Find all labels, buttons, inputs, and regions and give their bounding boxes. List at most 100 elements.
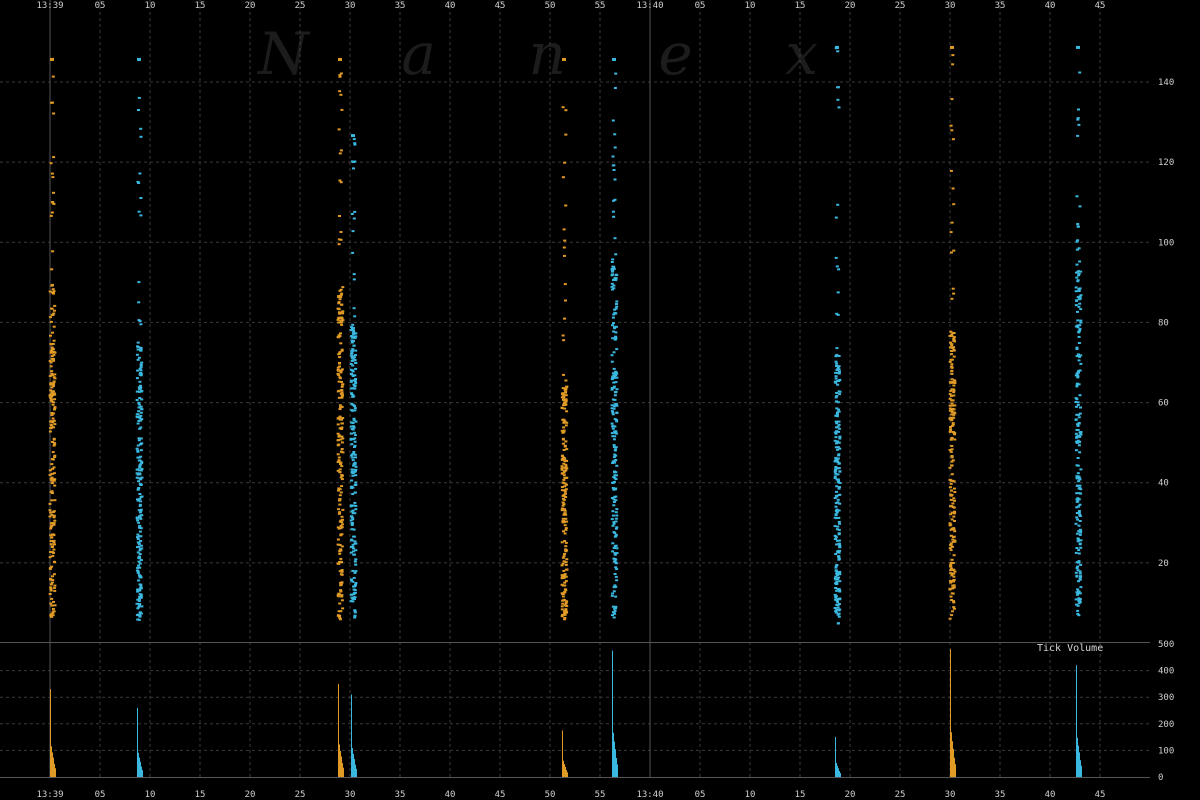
price-point [611,324,614,327]
price-point [338,503,342,506]
price-point [336,461,340,463]
price-point [951,407,955,410]
price-point [136,369,140,372]
price-point [561,176,565,179]
price-point [139,449,143,452]
price-point [137,618,141,621]
price-point [49,365,53,368]
volume-bar [54,763,55,777]
price-point [949,595,953,598]
price-point [1076,518,1080,521]
price-point [833,497,837,499]
price-point [1075,500,1079,503]
price-point [337,459,341,462]
price-point [353,540,357,543]
price-point [834,517,838,520]
price-point [354,582,358,584]
price-point [338,376,342,379]
price-point [50,604,54,607]
price-point [49,427,53,429]
price-point [139,419,143,422]
price-point [833,525,837,528]
price-point [48,469,52,472]
price-point [836,525,840,528]
price-point [564,204,568,207]
price-point [138,390,142,393]
price-point [340,303,344,306]
price-point [563,512,567,515]
price-point [340,292,344,295]
price-point [136,341,140,344]
price-point [1076,538,1080,541]
price-point [139,323,143,326]
price-point [560,465,564,468]
price-point [1079,406,1082,409]
price-point [340,474,344,476]
price-point [350,539,354,542]
price-point [615,464,619,467]
price-point [354,367,358,370]
price-point [836,50,840,53]
price-point [948,393,952,396]
price-point [350,339,354,342]
volume-panel-title: Tick Volume [1037,643,1103,654]
volume-bar [950,649,951,777]
price-point [950,464,954,467]
price-point [338,57,342,61]
price-point [1074,418,1078,421]
price-point [350,213,354,215]
y-tick-label: 140 [1158,78,1174,88]
price-point [1078,543,1082,546]
price-point [562,478,566,481]
price-point [952,249,956,252]
price-point [51,608,55,610]
price-point [834,566,838,569]
price-point [139,500,142,503]
price-point [564,403,568,406]
price-point [138,320,142,322]
price-point [563,584,567,587]
price-point [613,237,617,240]
price-point [137,477,141,480]
price-point [352,592,356,595]
price-point [612,265,616,268]
price-point [139,559,143,562]
volume-bar [1080,760,1081,777]
price-point [949,549,953,552]
price-point [339,584,343,587]
price-point [49,522,53,525]
price-point [611,372,615,375]
price-point [1074,401,1078,403]
x-tick-label-bottom: 15 [795,790,806,800]
price-point [337,508,341,511]
price-point [838,580,842,583]
x-tick-label-bottom: 13:39 [36,790,63,800]
price-point [836,498,840,501]
price-point [340,385,344,388]
price-point [139,127,143,130]
price-point [837,427,841,430]
price-point [834,513,838,516]
price-point [952,203,956,206]
price-point [352,379,356,382]
price-point [1079,586,1083,589]
price-point [836,383,840,386]
price-point [612,611,616,614]
price-point [610,378,614,381]
volume-bar [1078,745,1079,777]
price-point [138,593,142,596]
volume-bar [840,773,841,777]
volume-bar [341,756,342,777]
price-point [1077,444,1081,447]
price-point [53,561,56,564]
price-point [1075,382,1079,385]
price-point [137,480,141,483]
price-point [136,468,140,471]
price-point [338,75,342,78]
price-point [561,595,565,598]
price-point [610,407,614,410]
price-point [950,455,954,457]
x-tick-label-bottom: 25 [295,790,306,800]
volume-bar [835,737,836,777]
price-point [352,535,356,538]
